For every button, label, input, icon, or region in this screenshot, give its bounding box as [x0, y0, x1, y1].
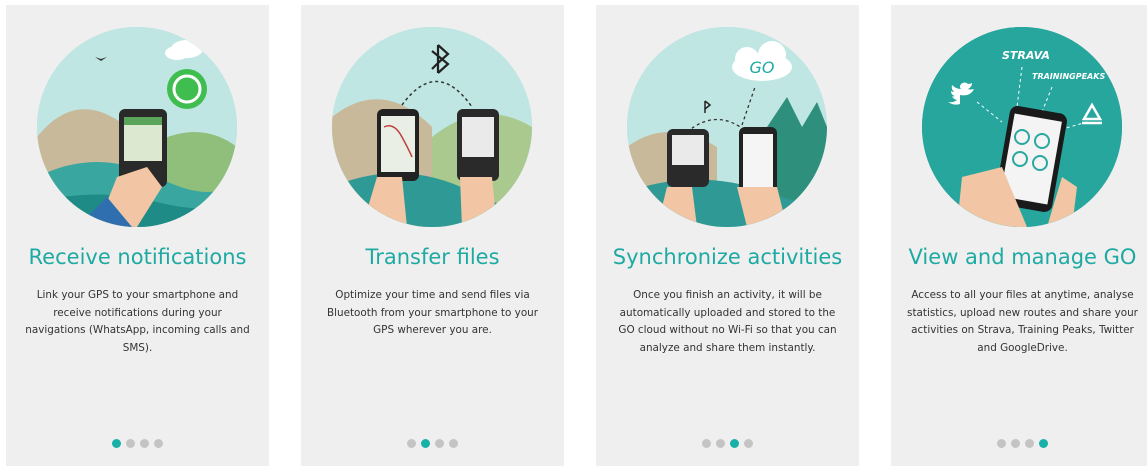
panel-description: Optimize your time and send files via Bl…: [326, 289, 539, 337]
panel-description: Link your GPS to your smartphone and rec…: [25, 289, 250, 354]
panel-description: Access to all your files at anytime, ana…: [907, 289, 1138, 354]
onboarding-panel-transfer: Transfer files Optimize your time and se…: [301, 5, 564, 466]
notifications-illustration: [37, 27, 237, 227]
page-dot-3[interactable]: [140, 439, 149, 448]
page-dot-4[interactable]: [744, 439, 753, 448]
page-dot-2[interactable]: [1011, 439, 1020, 448]
onboarding-panel-notifications: Receive notifications Link your GPS to y…: [6, 5, 269, 466]
panel-title: View and manage GO: [908, 245, 1137, 269]
panel-title: Transfer files: [365, 245, 500, 269]
page-dot-3[interactable]: [730, 439, 739, 448]
page-dot-1[interactable]: [702, 439, 711, 448]
onboarding-panel-manage: STRAVA TRAININGPEAKS View and manage GO …: [891, 5, 1147, 466]
synchronize-illustration: GO: [627, 27, 827, 227]
page-dot-1[interactable]: [112, 439, 121, 448]
transfer-illustration: [332, 27, 532, 227]
panel-description: Once you finish an activity, it will be …: [618, 289, 837, 354]
trainingpeaks-label: TRAININGPEAKS: [1032, 72, 1105, 81]
panel-title: Synchronize activities: [612, 245, 843, 269]
page-dot-3[interactable]: [435, 439, 444, 448]
page-dot-2[interactable]: [716, 439, 725, 448]
page-dot-4[interactable]: [449, 439, 458, 448]
page-dot-2[interactable]: [126, 439, 135, 448]
page-dot-3[interactable]: [1025, 439, 1034, 448]
strava-label: STRAVA: [1002, 49, 1050, 62]
page-indicator: [891, 439, 1147, 449]
onboarding-panel-synchronize: GO Synchronize activities Once you finis…: [596, 5, 859, 466]
go-cloud-label: GO: [750, 58, 775, 77]
page-dot-2[interactable]: [421, 439, 430, 448]
panel-title: Receive notifications: [28, 245, 247, 269]
page-indicator: [301, 439, 564, 449]
page-dot-1[interactable]: [407, 439, 416, 448]
page-indicator: [6, 439, 269, 449]
page-dot-4[interactable]: [1039, 439, 1048, 448]
page-indicator: [596, 439, 859, 449]
manage-illustration: STRAVA TRAININGPEAKS: [922, 27, 1122, 227]
page-dot-4[interactable]: [154, 439, 163, 448]
page-dot-1[interactable]: [997, 439, 1006, 448]
